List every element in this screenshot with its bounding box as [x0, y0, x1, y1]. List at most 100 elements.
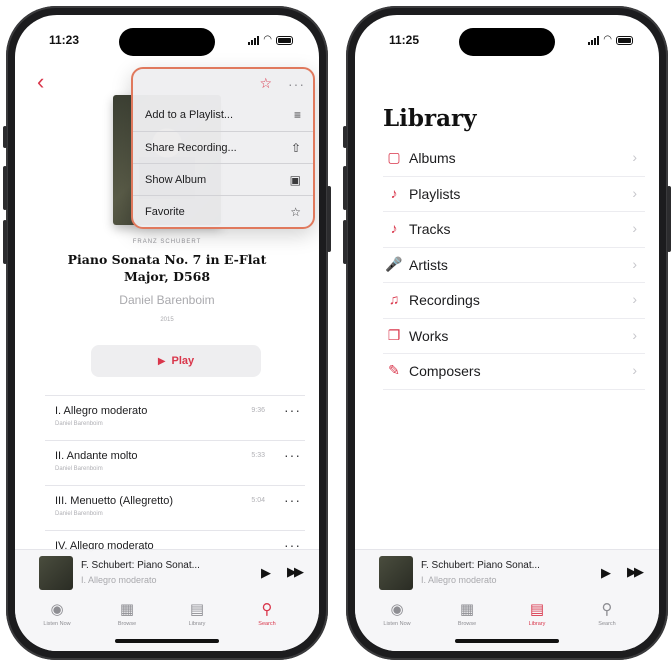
screen-library: 11:25 ◠ Library ▢ Albums › ♪ Playlists › ♪ Trac…: [355, 15, 659, 651]
wifi-icon: ◠: [263, 34, 272, 45]
power-button: [327, 186, 331, 252]
page-title: Library: [383, 105, 477, 132]
play-button[interactable]: ▶ Play: [91, 345, 261, 377]
tab-browse[interactable]: ▦ Browse: [97, 601, 157, 627]
track-row[interactable]: III. Menuetto (Allegretto) Daniel Barenbo…: [45, 485, 305, 530]
track-duration: 5:04: [251, 497, 265, 504]
chevron-right-icon: ›: [632, 220, 637, 236]
mini-play-icon[interactable]: ▶: [601, 565, 611, 581]
mini-player[interactable]: F. Schubert: Piano Sonat... I. Allegro m…: [355, 549, 659, 595]
wifi-icon: ◠: [603, 34, 612, 45]
library-item-label: Tracks: [409, 221, 451, 237]
library-item-composers[interactable]: ✎ Composers ›: [383, 354, 645, 390]
track-row[interactable]: I. Allegro moderato Daniel Barenboim 9:36 ·…: [45, 395, 305, 440]
volume-up-button: [3, 166, 7, 210]
mute-switch: [343, 126, 347, 148]
play-icon: ▶: [157, 355, 166, 367]
library-item-label: Artists: [409, 256, 448, 273]
album-icon: ▣: [289, 172, 301, 187]
power-button: [667, 186, 671, 252]
tab-library[interactable]: ▤ Library: [167, 601, 227, 627]
track-name: III. Menuetto (Allegretto): [55, 495, 173, 507]
track-list: I. Allegro moderato Daniel Barenboim 9:36 ·…: [15, 395, 319, 575]
tab-label: Browse: [117, 621, 137, 627]
track-more-icon[interactable]: ···: [284, 402, 301, 418]
stage: 11:23 ◠ ‹ ☆ ··· Add to a Playlist... ≡ Sha…: [0, 0, 672, 666]
more-icon[interactable]: ···: [288, 76, 305, 92]
tracks-icon: ♪: [390, 220, 398, 236]
tab-browse[interactable]: ▦ Browse: [437, 601, 497, 627]
browse-icon: ▦: [119, 601, 135, 618]
library-item-artists[interactable]: 🎤 Artists ›: [383, 248, 645, 283]
listen-now-icon: ◉: [50, 601, 64, 618]
status-icons: ◠: [588, 35, 633, 45]
track-artist: Daniel Barenboim: [55, 421, 103, 427]
favorite-star-icon[interactable]: ☆: [259, 75, 272, 92]
home-indicator: [115, 639, 219, 643]
volume-down-button: [343, 220, 347, 264]
tab-library[interactable]: ▤ Library: [507, 601, 567, 627]
menu-item-label: Add to a Playlist...: [145, 109, 234, 121]
works-icon: ❐: [387, 326, 401, 343]
library-item-works[interactable]: ❐ Works ›: [383, 319, 645, 354]
composers-icon: ✎: [388, 362, 400, 378]
star-outline-icon: ☆: [290, 204, 301, 219]
mini-player[interactable]: F. Schubert: Piano Sonat... I. Allegro m…: [15, 549, 319, 595]
mini-forward-icon[interactable]: ▶▶: [287, 564, 304, 580]
mini-player-title: F. Schubert: Piano Sonat...: [81, 560, 200, 571]
library-item-albums[interactable]: ▢ Albums ›: [383, 141, 645, 177]
search-icon: ⚲: [261, 601, 273, 618]
signal-icon: [248, 35, 260, 45]
library-item-recordings[interactable]: ♫ Recordings ›: [383, 283, 645, 319]
track-more-icon[interactable]: ···: [284, 447, 301, 463]
tab-label: Listen Now: [383, 621, 411, 627]
status-time: 11:25: [389, 33, 420, 47]
album-composer: FRANZ SCHUBERT: [132, 239, 202, 245]
search-icon: ⚲: [601, 601, 613, 618]
menu-item[interactable]: Share Recording... ⇧: [133, 131, 313, 163]
track-row[interactable]: II. Andante molto Daniel Barenboim 5:33 ···: [45, 440, 305, 485]
share-icon: ⇧: [290, 140, 301, 155]
tab-label: Library: [528, 621, 546, 627]
back-chevron-icon[interactable]: ‹: [37, 71, 44, 93]
menu-item[interactable]: Show Album ▣: [133, 163, 313, 195]
track-name: II. Andante molto: [55, 450, 138, 462]
library-item-label: Composers: [409, 363, 481, 379]
status-bar: 11:23 ◠: [15, 33, 319, 51]
library-item-playlists[interactable]: ♪ Playlists ›: [383, 177, 645, 212]
status-icons: ◠: [248, 35, 293, 45]
status-time: 11:23: [49, 33, 80, 47]
tab-listen-now[interactable]: ◉ Listen Now: [27, 601, 87, 627]
menu-item-label: Share Recording...: [145, 141, 237, 154]
home-indicator: [455, 639, 559, 643]
track-more-icon[interactable]: ···: [284, 492, 301, 508]
menu-item[interactable]: Add to a Playlist... ≡: [133, 99, 313, 131]
mini-player-subtitle: I. Allegro moderato: [81, 575, 157, 585]
mini-player-title: F. Schubert: Piano Sonat...: [421, 560, 540, 571]
tab-listen-now[interactable]: ◉ Listen Now: [367, 601, 427, 627]
status-bar: 11:25 ◠: [355, 33, 659, 51]
battery-icon: [616, 35, 633, 45]
track-duration: 5:33: [251, 452, 265, 459]
mute-switch: [3, 126, 7, 148]
mini-play-icon[interactable]: ▶: [261, 565, 271, 581]
tab-search[interactable]: ⚲ Search: [237, 601, 297, 627]
menu-item-label: Show Album: [145, 173, 207, 186]
tab-label: Library: [188, 621, 206, 627]
artists-icon: 🎤: [385, 255, 403, 272]
track-duration: 9:36: [251, 407, 265, 414]
tab-label: Search: [598, 621, 616, 627]
mini-forward-icon[interactable]: ▶▶: [627, 564, 644, 580]
browse-icon: ▦: [459, 601, 475, 618]
library-item-label: Works: [409, 327, 449, 344]
playlists-icon: ♪: [390, 184, 398, 201]
volume-up-button: [343, 166, 347, 210]
menu-item[interactable]: Favorite ☆: [133, 195, 313, 227]
tab-search[interactable]: ⚲ Search: [577, 601, 637, 627]
albums-icon: ▢: [387, 149, 401, 165]
album-artist[interactable]: Daniel Barenboim: [15, 293, 319, 307]
library-item-tracks[interactable]: ♪ Tracks ›: [383, 212, 645, 248]
chevron-right-icon: ›: [632, 362, 637, 378]
phone-library-view: 11:25 ◠ Library ▢ Albums › ♪ Playlists › ♪ Trac…: [343, 6, 671, 660]
phone-album-view: 11:23 ◠ ‹ ☆ ··· Add to a Playlist... ≡ Sha…: [3, 6, 331, 660]
